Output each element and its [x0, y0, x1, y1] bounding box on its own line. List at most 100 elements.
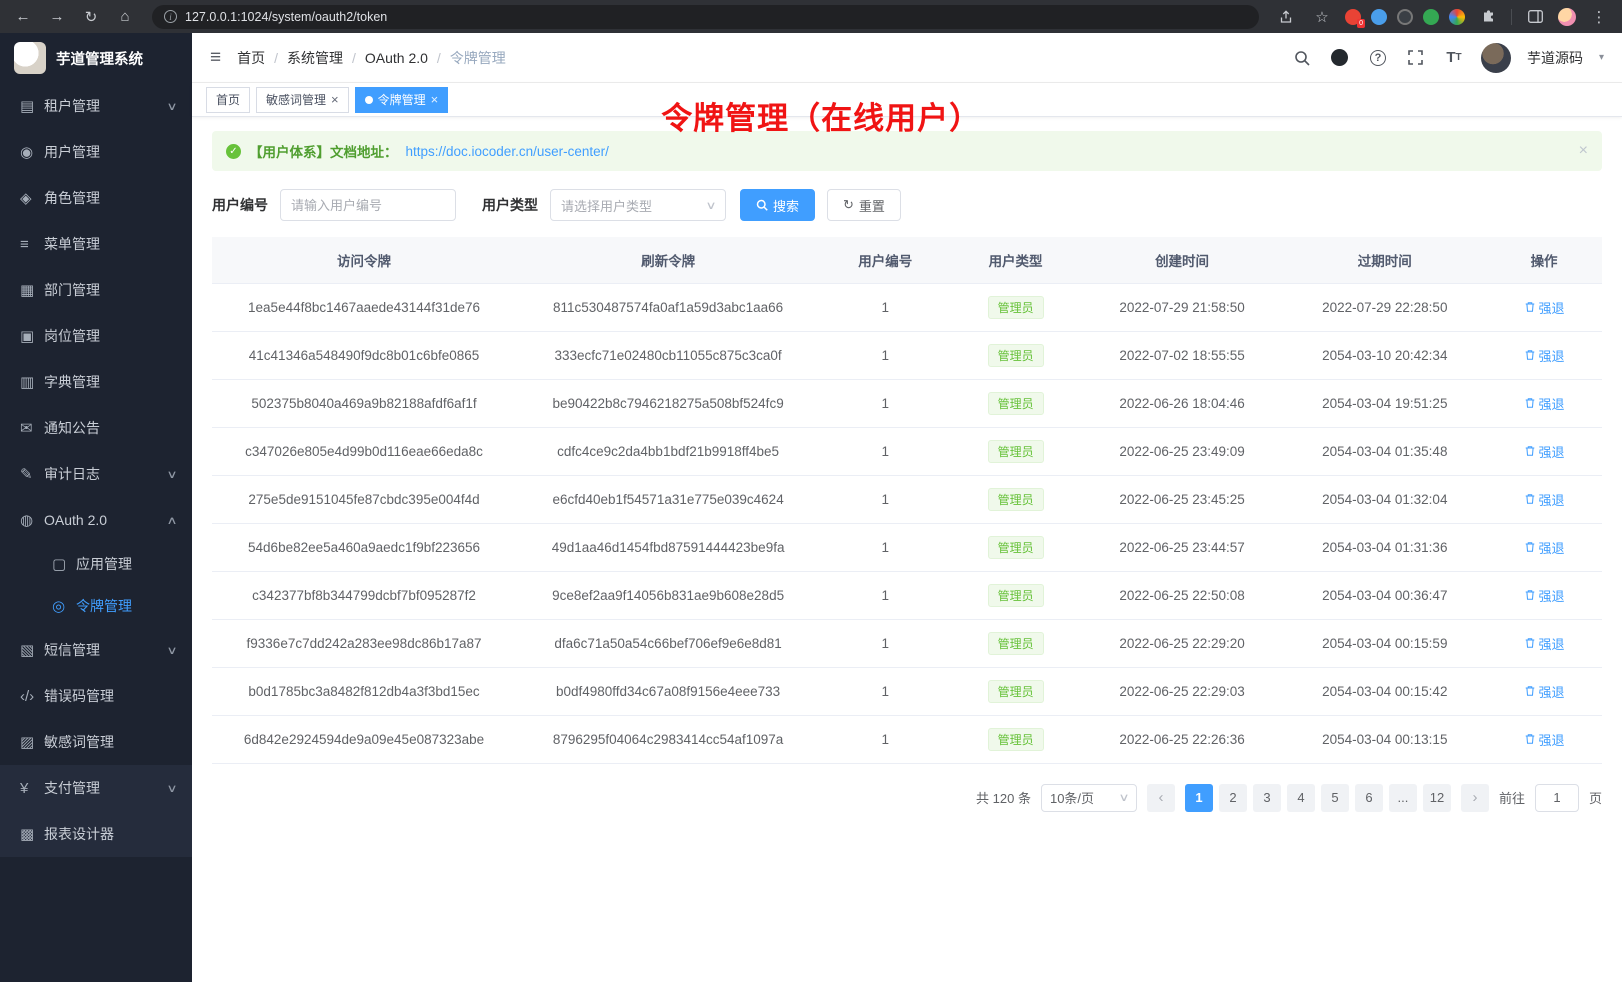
cell-user-id: 1: [820, 523, 950, 571]
force-logout-button[interactable]: 强退: [1524, 394, 1565, 413]
github-icon[interactable]: [1329, 47, 1351, 69]
sidebar-item-oauth2-token[interactable]: ◎ 令牌管理: [0, 585, 192, 627]
banner-close-icon[interactable]: ×: [1579, 142, 1588, 160]
sidebar-item-role[interactable]: ◈ 角色管理: [0, 175, 192, 221]
sidebar-item-user[interactable]: ◉ 用户管理: [0, 129, 192, 175]
page-button-1[interactable]: 1: [1185, 784, 1213, 812]
cell-expire-time: 2054-03-04 19:51:25: [1283, 379, 1486, 427]
annotation-text: 令牌管理（在线用户）: [661, 93, 981, 138]
sidebar-item-report-designer[interactable]: ▩ 报表设计器: [0, 811, 192, 857]
back-button[interactable]: ←: [10, 5, 36, 29]
pagination-more-button[interactable]: ...: [1389, 784, 1417, 812]
force-logout-button[interactable]: 强退: [1524, 346, 1565, 365]
page-button-4[interactable]: 4: [1287, 784, 1315, 812]
extension-icon-4[interactable]: [1423, 9, 1439, 25]
sidebar-item-notice[interactable]: ✉ 通知公告: [0, 405, 192, 451]
chevron-down-icon[interactable]: ▾: [1599, 52, 1604, 63]
profile-avatar[interactable]: [1558, 8, 1576, 26]
force-logout-button[interactable]: 强退: [1524, 490, 1565, 509]
fullscreen-icon[interactable]: [1405, 47, 1427, 69]
chevron-icon: ∧: [166, 514, 177, 527]
force-logout-button[interactable]: 强退: [1524, 586, 1565, 605]
page-button-2[interactable]: 2: [1219, 784, 1247, 812]
url-bar[interactable]: i 127.0.0.1:1024/system/oauth2/token: [152, 5, 1259, 29]
cell-create-time: 2022-06-25 23:49:09: [1081, 427, 1284, 475]
sidebar-item-oauth2[interactable]: ◍ OAuth 2.0 ∧: [0, 497, 192, 543]
cell-expire-time: 2054-03-04 01:31:36: [1283, 523, 1486, 571]
user-type-badge: 管理员: [988, 488, 1044, 511]
cell-user-type: 管理员: [950, 715, 1080, 763]
font-size-icon[interactable]: TT: [1443, 47, 1465, 69]
cell-action: 强退: [1486, 667, 1602, 715]
tab-sensitive-word[interactable]: 敏感词管理 ×: [256, 87, 349, 113]
pay-icon: ¥: [20, 780, 44, 797]
sidebar-item-tenant[interactable]: ▤ 租户管理 ∨: [0, 83, 192, 129]
page-size-select[interactable]: 10条/页 ∨: [1041, 784, 1137, 812]
force-logout-button[interactable]: 强退: [1524, 442, 1565, 461]
banner-link[interactable]: https://doc.iocoder.cn/user-center/: [406, 144, 609, 159]
sidebar-item-menu[interactable]: ≡ 菜单管理: [0, 221, 192, 267]
collapse-sidebar-icon[interactable]: ≡: [210, 47, 221, 69]
search-icon[interactable]: [1291, 47, 1313, 69]
reset-button[interactable]: ↻ 重置: [827, 189, 901, 221]
sidebar-item-dept[interactable]: ▦ 部门管理: [0, 267, 192, 313]
force-logout-button[interactable]: 强退: [1524, 298, 1565, 317]
tab-token[interactable]: 令牌管理 ×: [355, 87, 449, 113]
user-type-badge: 管理员: [988, 296, 1044, 319]
sidebar-item-sms[interactable]: ▧ 短信管理 ∨: [0, 627, 192, 673]
sidebar-item-audit-log[interactable]: ✎ 审计日志 ∨: [0, 451, 192, 497]
extensions-puzzle-icon[interactable]: [1475, 5, 1501, 29]
user-id-input[interactable]: [280, 189, 456, 221]
share-icon[interactable]: [1273, 5, 1299, 29]
help-icon[interactable]: ?: [1367, 47, 1389, 69]
tab-home[interactable]: 首页: [206, 87, 250, 113]
cell-refresh-token: cdfc4ce9c2da4bb1bdf21b9918ff4be5: [516, 427, 820, 475]
cell-refresh-token: 8796295f04064c2983414cc54af1097a: [516, 715, 820, 763]
home-button[interactable]: ⌂: [112, 5, 138, 29]
tab-close-icon[interactable]: ×: [431, 93, 439, 106]
cell-access-token: f9336e7c7dd242a283ee98dc86b17a87: [212, 619, 516, 667]
force-logout-button[interactable]: 强退: [1524, 682, 1565, 701]
breadcrumb-item-2[interactable]: OAuth 2.0: [365, 50, 428, 66]
sidebar-item-oauth2-app[interactable]: ▢ 应用管理: [0, 543, 192, 585]
next-page-button[interactable]: ›: [1461, 784, 1489, 812]
side-panel-icon[interactable]: [1522, 5, 1548, 29]
page-button-12[interactable]: 12: [1423, 784, 1451, 812]
forward-button[interactable]: →: [44, 5, 70, 29]
bookmark-star-icon[interactable]: ☆: [1309, 5, 1335, 29]
sidebar-item-dict[interactable]: ▥ 字典管理: [0, 359, 192, 405]
sidebar-item-sensitive-word[interactable]: ▨ 敏感词管理: [0, 719, 192, 765]
search-button[interactable]: 搜索: [740, 189, 815, 221]
page-button-5[interactable]: 5: [1321, 784, 1349, 812]
sidebar-item-error-code[interactable]: ‹/› 错误码管理: [0, 673, 192, 719]
tab-close-icon[interactable]: ×: [331, 93, 339, 106]
user-avatar[interactable]: [1481, 43, 1511, 73]
page-button-3[interactable]: 3: [1253, 784, 1281, 812]
breadcrumb: 首页/系统管理/OAuth 2.0/令牌管理: [237, 48, 506, 68]
extension-icon-2[interactable]: [1371, 9, 1387, 25]
page-button-6[interactable]: 6: [1355, 784, 1383, 812]
browser-menu-button[interactable]: ⋮: [1586, 5, 1612, 29]
force-logout-button[interactable]: 强退: [1524, 730, 1565, 749]
extension-icon-1[interactable]: 0: [1345, 9, 1361, 25]
cell-user-type: 管理员: [950, 427, 1080, 475]
reload-button[interactable]: ↻: [78, 5, 104, 29]
extension-icon-5[interactable]: [1449, 9, 1465, 25]
extension-icon-3[interactable]: [1397, 9, 1413, 25]
cell-refresh-token: dfa6c71a50a54c66bef706ef9e6e8d81: [516, 619, 820, 667]
tenant-icon: ▤: [20, 97, 44, 115]
user-type-select[interactable]: 请选择用户类型 ∨: [550, 189, 726, 221]
goto-page-input[interactable]: [1535, 784, 1579, 812]
app-logo-row: 芋道管理系统: [0, 33, 192, 83]
sidebar-item-pay[interactable]: ¥ 支付管理 ∨: [0, 765, 192, 811]
breadcrumb-item-1[interactable]: 系统管理: [287, 48, 343, 68]
user-type-badge: 管理员: [988, 632, 1044, 655]
sensitive-word-icon: ▨: [20, 733, 44, 751]
prev-page-button[interactable]: ‹: [1147, 784, 1175, 812]
cell-action: 强退: [1486, 715, 1602, 763]
force-logout-button[interactable]: 强退: [1524, 634, 1565, 653]
info-icon[interactable]: i: [164, 10, 177, 23]
breadcrumb-item-0[interactable]: 首页: [237, 48, 265, 68]
sidebar-item-post[interactable]: ▣ 岗位管理: [0, 313, 192, 359]
force-logout-button[interactable]: 强退: [1524, 538, 1565, 557]
